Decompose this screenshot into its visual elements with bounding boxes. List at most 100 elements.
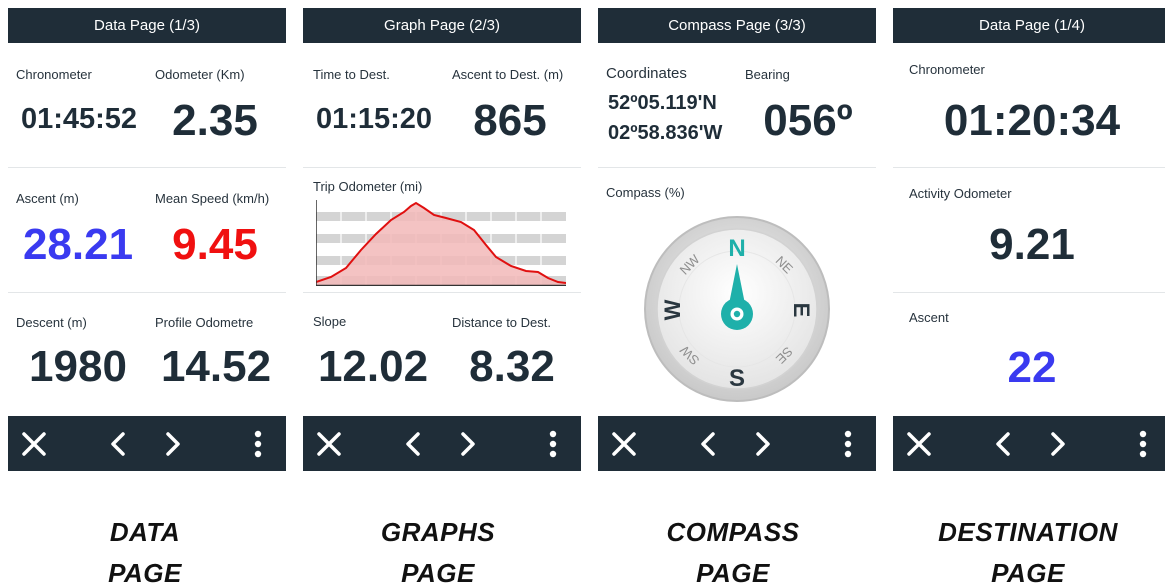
row-divider bbox=[303, 292, 581, 293]
chronometer-label: Chronometer bbox=[16, 67, 92, 82]
bottom-toolbar bbox=[598, 416, 876, 471]
more-vertical-icon bbox=[844, 430, 852, 457]
more-options-button[interactable] bbox=[236, 416, 280, 471]
close-icon bbox=[22, 431, 46, 456]
previous-page-button[interactable] bbox=[686, 416, 730, 471]
bearing-value: 056º bbox=[763, 96, 853, 145]
next-page-button[interactable] bbox=[1036, 416, 1080, 471]
caption-line: PAGE bbox=[108, 558, 182, 588]
compass-page-screen: Compass Page (3/3) Coordinates 52º05.119… bbox=[598, 8, 876, 471]
row-divider bbox=[303, 167, 581, 168]
ascent-value: 28.21 bbox=[22, 220, 134, 269]
odometer-value: 2.35 bbox=[172, 96, 258, 145]
more-options-button[interactable] bbox=[531, 416, 575, 471]
ascent-to-dest-label: Ascent to Dest. (m) bbox=[452, 67, 564, 82]
close-button[interactable] bbox=[307, 416, 351, 471]
slope-value: 12.02 bbox=[317, 342, 429, 391]
compass-north-label: N bbox=[728, 235, 745, 262]
time-to-dest-label: Time to Dest. bbox=[313, 67, 390, 82]
row-divider bbox=[8, 167, 286, 168]
ascent-label: Ascent (m) bbox=[16, 191, 79, 206]
row-divider bbox=[598, 167, 876, 168]
row-divider bbox=[893, 292, 1165, 293]
descent-value: 1980 bbox=[29, 342, 127, 391]
caption-line: PAGE bbox=[696, 558, 770, 588]
chevron-right-icon bbox=[1051, 431, 1065, 456]
more-options-button[interactable] bbox=[1121, 416, 1165, 471]
graph-page-screen: Graph Page (2/3) Time to Dest. 01:15:20 … bbox=[303, 8, 581, 471]
latitude-value: 52º05.119'N bbox=[608, 92, 717, 114]
compass-east-label: E bbox=[789, 303, 814, 318]
compass-dial: N S E W NE NW SE SW bbox=[644, 216, 830, 402]
odometer-label: Odometer (Km) bbox=[155, 67, 245, 82]
compass-label: Compass (%) bbox=[606, 185, 685, 200]
mean-speed-label: Mean Speed (km/h) bbox=[155, 191, 270, 206]
more-vertical-icon bbox=[549, 430, 557, 457]
ascent-label: Ascent bbox=[909, 310, 949, 325]
bottom-toolbar bbox=[8, 416, 286, 471]
slope-label: Slope bbox=[313, 314, 347, 329]
chevron-left-icon bbox=[111, 431, 125, 456]
page-title: Data Page (1/4) bbox=[893, 8, 1165, 43]
more-options-button[interactable] bbox=[826, 416, 870, 471]
caption-line: GRAPHS bbox=[380, 517, 496, 547]
previous-page-button[interactable] bbox=[96, 416, 140, 471]
close-button[interactable] bbox=[602, 416, 646, 471]
chevron-right-icon bbox=[166, 431, 180, 456]
close-icon bbox=[317, 431, 341, 456]
more-vertical-icon bbox=[254, 430, 262, 457]
data-page-screen: Data Page (1/3) Chronometer 01:45:52 Odo… bbox=[8, 8, 286, 471]
close-button[interactable] bbox=[897, 416, 941, 471]
row-divider bbox=[893, 167, 1165, 168]
chevron-left-icon bbox=[406, 431, 420, 456]
data-page-caption: DATA PAGE bbox=[6, 512, 284, 588]
caption-line: COMPASS bbox=[666, 517, 800, 547]
chronometer-value: 01:45:52 bbox=[20, 103, 138, 135]
chronometer-value: 01:20:34 bbox=[943, 96, 1121, 145]
page-title: Graph Page (2/3) bbox=[303, 8, 581, 43]
caption-line: PAGE bbox=[991, 558, 1065, 588]
next-page-button[interactable] bbox=[446, 416, 490, 471]
caption-line: PAGE bbox=[401, 558, 475, 588]
mean-speed-value: 9.45 bbox=[172, 220, 258, 269]
page-title: Compass Page (3/3) bbox=[598, 8, 876, 43]
row-divider bbox=[8, 292, 286, 293]
chronometer-label: Chronometer bbox=[909, 62, 985, 77]
close-icon bbox=[907, 431, 931, 456]
compass-west-label: W bbox=[660, 299, 685, 320]
next-page-button[interactable] bbox=[741, 416, 785, 471]
compass-page-caption: COMPASS PAGE bbox=[594, 512, 872, 588]
more-vertical-icon bbox=[1139, 430, 1147, 457]
compass-south-label: S bbox=[729, 365, 745, 392]
ascent-value: 22 bbox=[1007, 343, 1057, 392]
distance-to-dest-value: 8.32 bbox=[469, 342, 555, 391]
chevron-left-icon bbox=[701, 431, 715, 456]
graphs-page-caption: GRAPHS PAGE bbox=[299, 512, 577, 588]
chevron-left-icon bbox=[996, 431, 1010, 456]
coordinates-label: Coordinates bbox=[606, 65, 687, 82]
page-title: Data Page (1/3) bbox=[8, 8, 286, 43]
chevron-right-icon bbox=[461, 431, 475, 456]
close-button[interactable] bbox=[12, 416, 56, 471]
distance-to-dest-label: Distance to Dest. bbox=[452, 315, 551, 330]
descent-label: Descent (m) bbox=[16, 315, 87, 330]
profile-odometre-value: 14.52 bbox=[160, 342, 272, 391]
destination-page-screen: Data Page (1/4) Chronometer 01:20:34 Act… bbox=[893, 8, 1165, 471]
activity-odometer-label: Activity Odometer bbox=[909, 186, 1012, 201]
bottom-toolbar bbox=[303, 416, 581, 471]
chevron-right-icon bbox=[756, 431, 770, 456]
close-icon bbox=[612, 431, 636, 456]
profile-odometre-label: Profile Odometre bbox=[155, 315, 254, 330]
next-page-button[interactable] bbox=[151, 416, 195, 471]
trip-odometer-label: Trip Odometer (mi) bbox=[313, 179, 423, 194]
longitude-value: 02º58.836'W bbox=[608, 122, 723, 144]
time-to-dest-value: 01:15:20 bbox=[315, 103, 433, 135]
bottom-toolbar bbox=[893, 416, 1165, 471]
previous-page-button[interactable] bbox=[391, 416, 435, 471]
previous-page-button[interactable] bbox=[981, 416, 1025, 471]
destination-page-caption: DESTINATION PAGE bbox=[889, 512, 1165, 588]
ascent-to-dest-value: 865 bbox=[473, 96, 547, 145]
bearing-label: Bearing bbox=[745, 67, 790, 82]
activity-odometer-value: 9.21 bbox=[989, 220, 1075, 269]
elevation-profile-graph bbox=[316, 200, 566, 286]
